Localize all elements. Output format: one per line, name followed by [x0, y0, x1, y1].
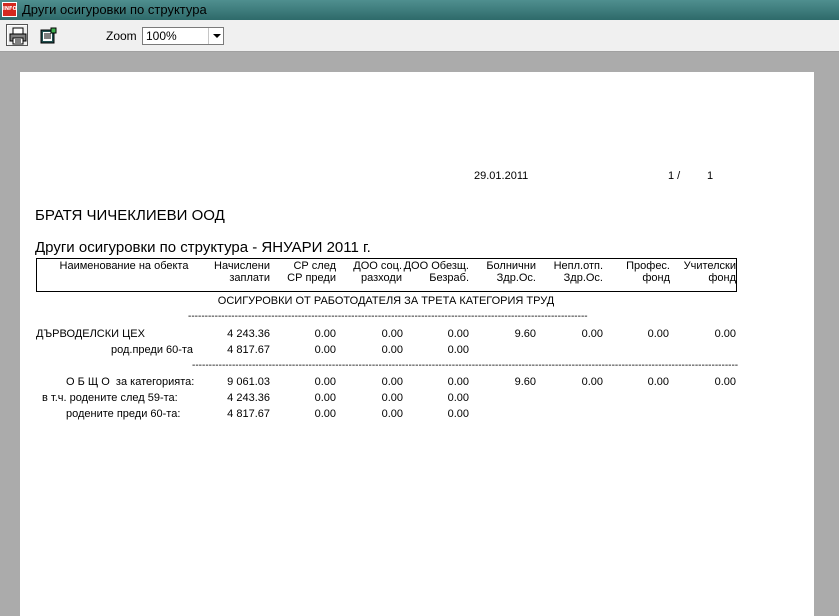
dashed-separator: ----------------------------------------…: [192, 361, 738, 371]
page-total: 1: [707, 170, 714, 182]
column-header-teacher-1: Учителски: [683, 260, 736, 272]
zoom-value: 100%: [146, 29, 177, 43]
table-cell: 0.00: [714, 376, 736, 388]
table-cell: 0.00: [447, 392, 469, 404]
report-date: 29.01.2011: [474, 170, 529, 182]
table-cell: 0.00: [447, 408, 469, 420]
report-page: 29.01.2011 1 / 1 БРАТЯ ЧИЧЕКЛИЕВИ ООД Др…: [20, 72, 814, 616]
printer-icon: [9, 27, 27, 45]
chevron-down-icon[interactable]: [208, 28, 223, 44]
zoom-select[interactable]: 100%: [142, 27, 224, 45]
row-label: родените преди 60-та:: [66, 408, 181, 420]
app-icon: INFO: [2, 2, 17, 17]
table-cell: 0.00: [714, 328, 736, 340]
title-bar: INFO Други осигуровки по структура: [0, 0, 839, 20]
column-header-object: Наименование на обекта: [59, 260, 189, 272]
section-title: ОСИГУРОВКИ ОТ РАБОТОДАТЕЛЯ ЗА ТРЕТА КАТЕ…: [217, 295, 555, 307]
print-button[interactable]: [6, 24, 28, 46]
row-label: в т.ч. родените след 59-та:: [42, 392, 178, 404]
report-title: Други осигуровки по структура - ЯНУАРИ 2…: [35, 239, 371, 256]
row-label: ДЪРВОДЕЛСКИ ЦЕХ: [36, 328, 145, 340]
window-title: Други осигуровки по структура: [22, 2, 207, 17]
dashed-separator: ----------------------------------------…: [188, 312, 588, 322]
export-icon: [40, 27, 57, 44]
company-name: БРАТЯ ЧИЧЕКЛИЕВИ ООД: [35, 207, 225, 224]
toolbar: Zoom 100%: [0, 20, 839, 52]
column-header-teacher-2: фонд: [708, 272, 736, 284]
row-label: род.преди 60-та: [111, 344, 193, 356]
export-button[interactable]: [36, 24, 58, 46]
table-cell: 0.00: [447, 344, 469, 356]
page-current: 1 /: [668, 170, 681, 182]
zoom-label: Zoom: [106, 29, 137, 43]
row-label: О Б Щ О за категорията:: [66, 376, 195, 388]
